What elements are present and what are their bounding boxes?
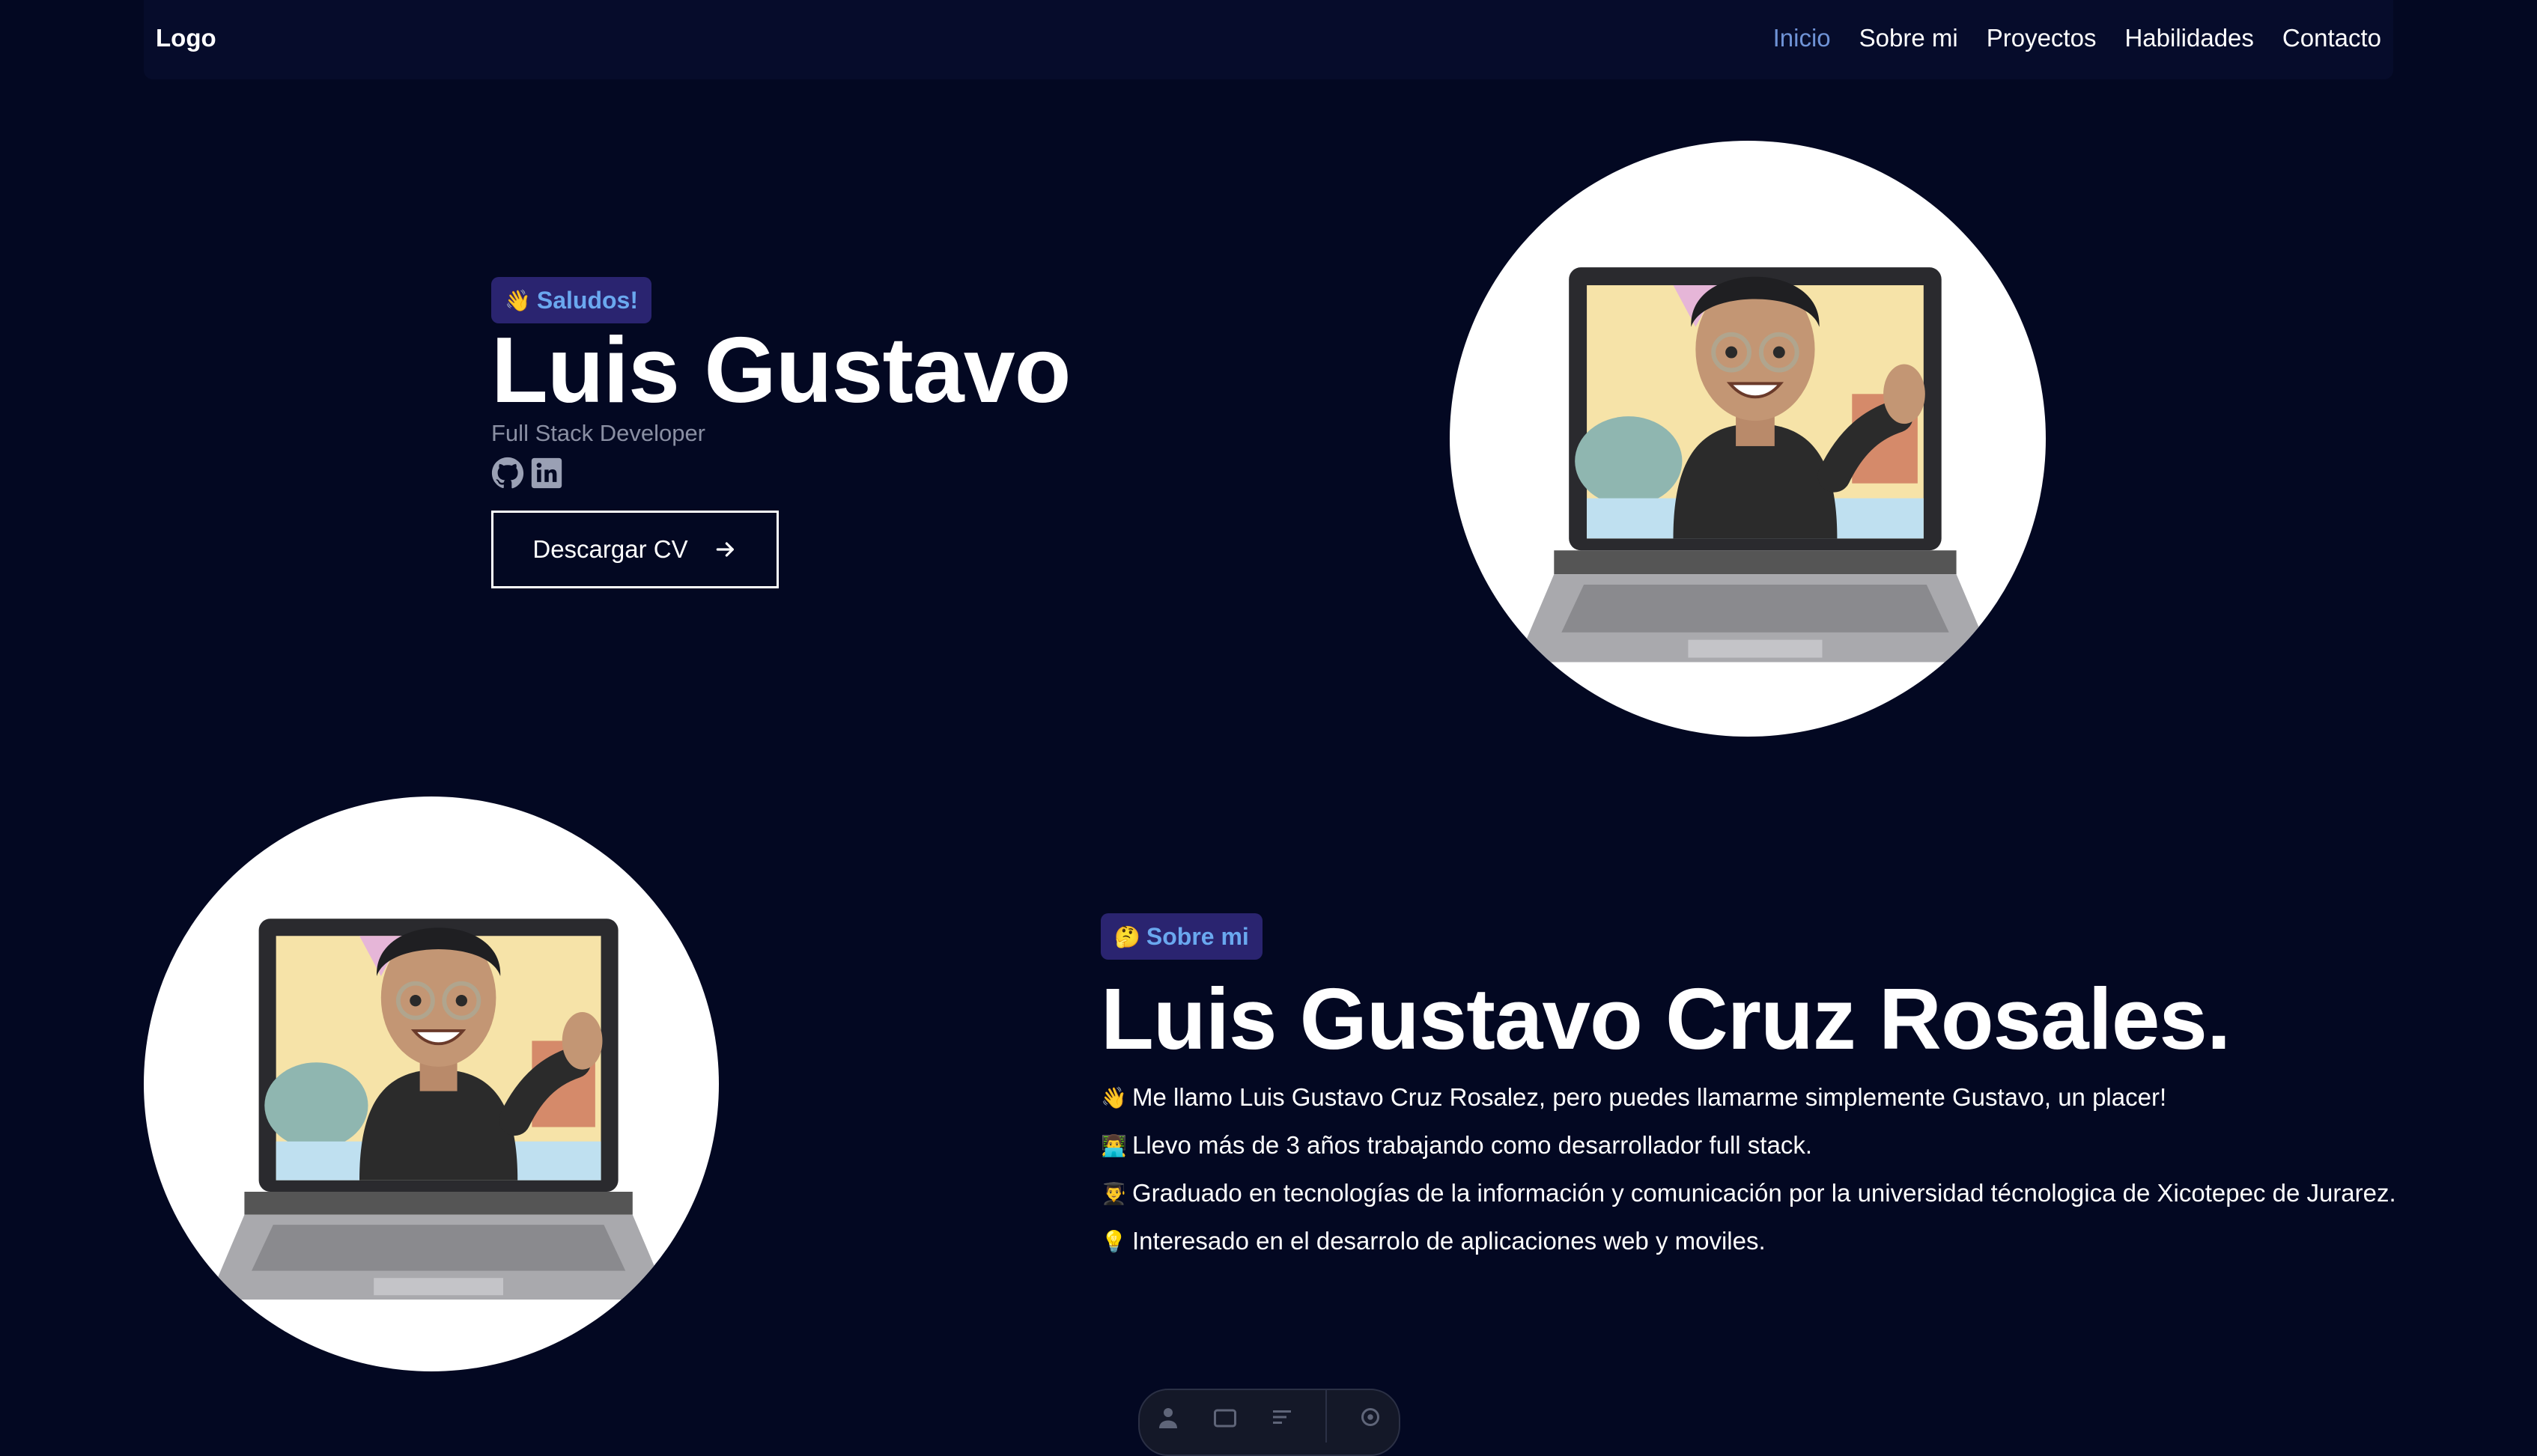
lightbulb-icon: 💡 bbox=[1101, 1229, 1127, 1253]
linkedin-icon[interactable] bbox=[530, 457, 563, 490]
arrow-right-icon bbox=[716, 542, 734, 557]
nav-link-inicio[interactable]: Inicio bbox=[1773, 24, 1831, 52]
nav-link-sobre-mi[interactable]: Sobre mi bbox=[1859, 24, 1958, 52]
greeting-badge: 👋 Saludos! bbox=[491, 277, 651, 323]
about-badge: 🤔 Sobre mi bbox=[1101, 913, 1263, 960]
list-item: 💡 Interesado en el desarrolo de aplicaci… bbox=[1101, 1217, 2396, 1265]
download-cv-button[interactable]: Descargar CV bbox=[491, 511, 779, 588]
wave-icon: 👋 bbox=[505, 288, 531, 312]
wave-icon: 👋 bbox=[1101, 1085, 1127, 1109]
list-item-text: Llevo más de 3 años trabajando como desa… bbox=[1132, 1131, 1812, 1159]
greeting-badge-label: Saludos! bbox=[536, 286, 638, 314]
nav-link-habilidades[interactable]: Habilidades bbox=[2124, 24, 2253, 52]
hero-subtitle: Full Stack Developer bbox=[491, 420, 706, 446]
github-icon[interactable] bbox=[491, 457, 524, 490]
about-list: 👋 Me llamo Luis Gustavo Cruz Rosalez, pe… bbox=[1101, 1073, 2396, 1265]
dock-divider bbox=[1325, 1390, 1327, 1443]
list-item: 👨‍💻 Llevo más de 3 años trabajando como … bbox=[1101, 1121, 2396, 1169]
nav-link-contacto[interactable]: Contacto bbox=[2282, 24, 2381, 52]
hero-title: Luis Gustavo bbox=[491, 319, 1071, 422]
list-item: 👋 Me llamo Luis Gustavo Cruz Rosalez, pe… bbox=[1101, 1073, 2396, 1121]
list-item-text: Me llamo Luis Gustavo Cruz Rosalez, pero… bbox=[1132, 1083, 2167, 1111]
thinking-face-icon: 🤔 bbox=[1114, 925, 1140, 948]
about-title: Luis Gustavo Cruz Rosales. bbox=[1101, 970, 2231, 1067]
skills-icon[interactable] bbox=[1268, 1404, 1295, 1431]
graduate-icon: 👨‍🎓 bbox=[1101, 1181, 1127, 1205]
navbar: Logo Inicio Sobre mi Proyectos Habilidad… bbox=[144, 0, 2393, 79]
list-item: 👨‍🎓 Graduado en tecnologías de la inform… bbox=[1101, 1169, 2396, 1217]
projects-icon[interactable] bbox=[1212, 1404, 1239, 1431]
about-badge-label: Sobre mi bbox=[1146, 922, 1249, 950]
list-item-text: Graduado en tecnologías de la informació… bbox=[1132, 1179, 2396, 1207]
hero-avatar bbox=[1450, 141, 2046, 737]
logo[interactable]: Logo bbox=[156, 24, 216, 52]
list-item-text: Interesado en el desarrolo de aplicacion… bbox=[1132, 1227, 1766, 1255]
nav-links: Inicio Sobre mi Proyectos Habilidades Co… bbox=[1773, 24, 2381, 52]
social-links bbox=[491, 457, 563, 490]
nav-link-proyectos[interactable]: Proyectos bbox=[1987, 24, 2097, 52]
download-cv-label: Descargar CV bbox=[532, 535, 688, 563]
settings-icon[interactable] bbox=[1357, 1404, 1384, 1431]
bottom-dock bbox=[1138, 1389, 1400, 1456]
technologist-icon: 👨‍💻 bbox=[1101, 1133, 1127, 1157]
user-icon[interactable] bbox=[1155, 1404, 1182, 1431]
about-avatar bbox=[144, 796, 719, 1371]
